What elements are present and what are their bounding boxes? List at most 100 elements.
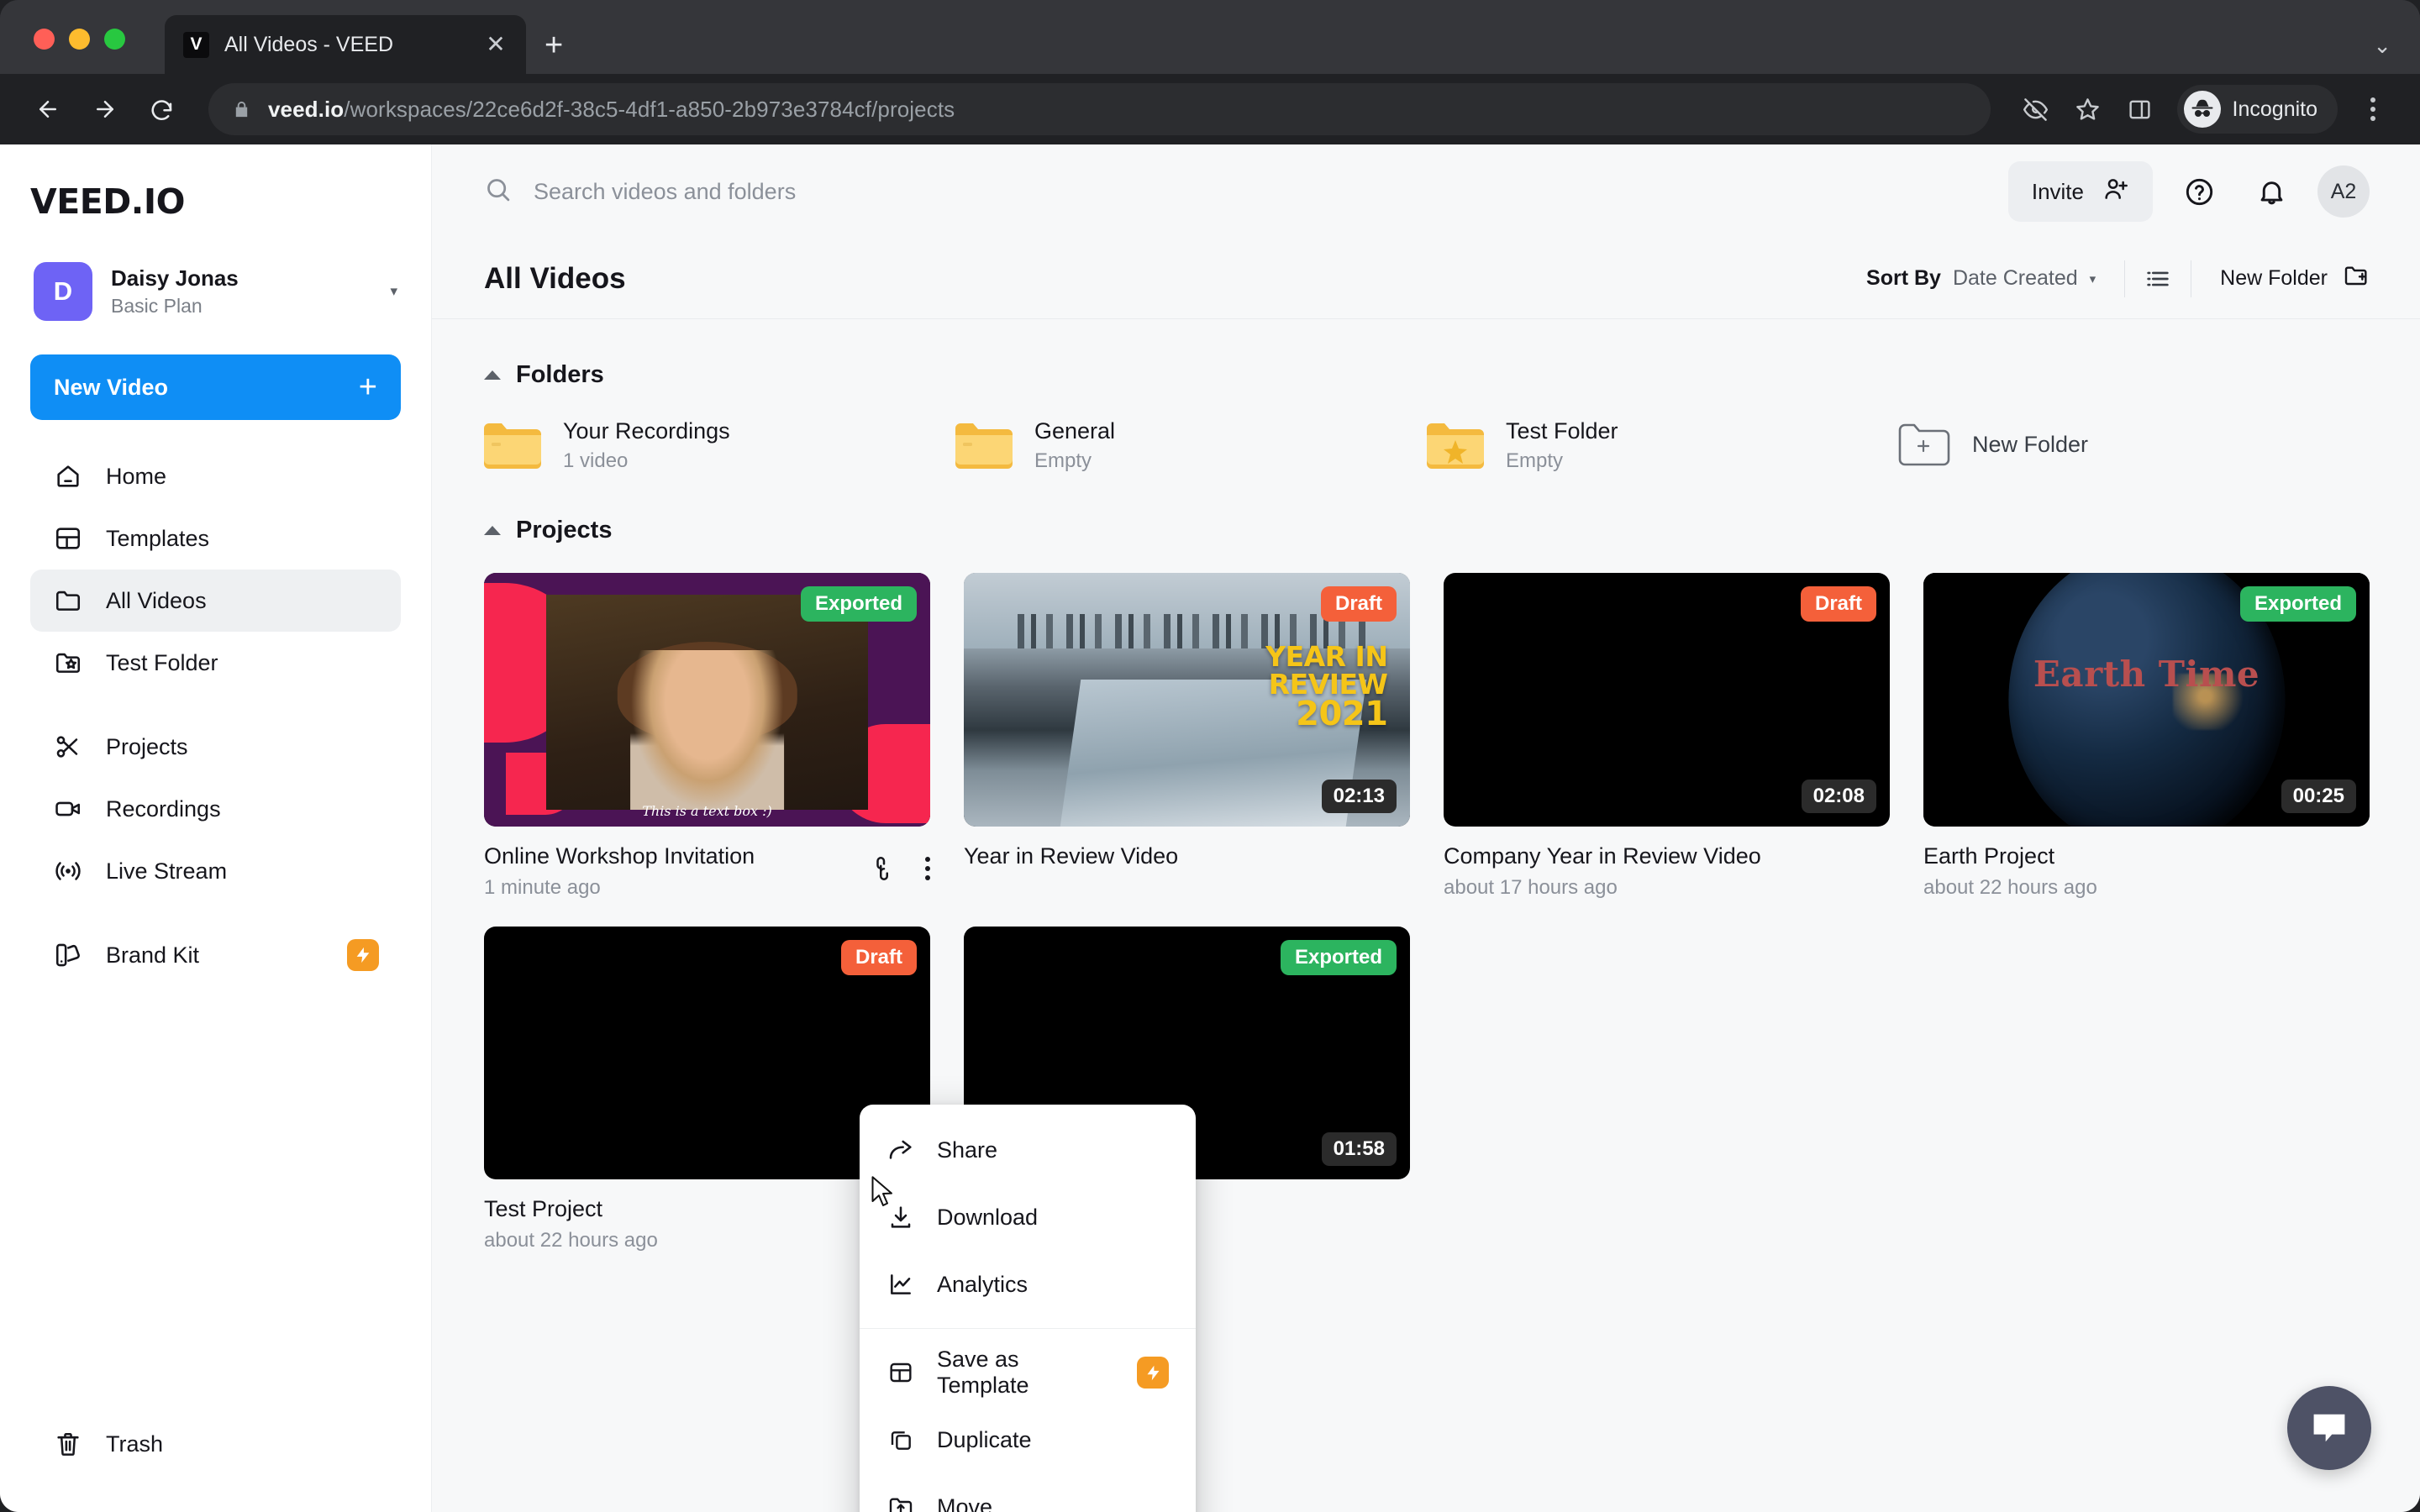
project-card[interactable]: Draft 02:08 Company Year in Review Video… <box>1444 572 1890 900</box>
project-more-menu-icon[interactable] <box>925 856 930 880</box>
close-window-button[interactable] <box>34 29 55 50</box>
sidebar-item-trash[interactable]: Trash <box>30 1413 401 1475</box>
status-badge: Exported <box>800 585 917 622</box>
new-folder-tile[interactable]: New Folder <box>1898 417 2370 473</box>
folder-item[interactable]: General Empty <box>955 417 1427 473</box>
folder-sub: Empty <box>1506 449 1564 472</box>
new-video-button[interactable]: New Video + <box>30 354 401 420</box>
plus-icon: + <box>358 369 377 405</box>
new-folder-button[interactable]: New Folder <box>2191 262 2370 295</box>
project-thumbnail[interactable]: Earth Time Exported 00:25 <box>1923 572 2370 827</box>
search-bar[interactable] <box>484 176 1988 207</box>
minimize-window-button[interactable] <box>69 29 90 50</box>
sidebar-item-live-stream[interactable]: Live Stream <box>30 840 401 902</box>
projects-section-title: Projects <box>516 516 613 543</box>
list-view-icon[interactable] <box>2125 265 2191 293</box>
browser-tab[interactable]: V All Videos - VEED ✕ <box>165 15 526 74</box>
veed-logo[interactable]: VEED.IO <box>30 181 401 222</box>
sidebar: VEED.IO D Daisy Jonas Basic Plan ▾ New V… <box>0 144 432 1512</box>
folder-icon <box>52 585 84 617</box>
back-arrow-icon[interactable] <box>24 85 72 134</box>
sidebar-item-projects[interactable]: Projects <box>30 716 401 778</box>
browser-menu-icon[interactable] <box>2349 86 2396 133</box>
eye-slash-icon[interactable] <box>2012 86 2060 133</box>
bookmark-star-icon[interactable] <box>2065 86 2112 133</box>
sort-by-label: Sort By <box>1866 266 1941 290</box>
folder-text: Test Folder Empty <box>1506 417 1618 473</box>
collapse-triangle-icon <box>484 525 501 535</box>
camera-icon <box>52 793 84 825</box>
sidebar-nav: Home Templates All Videos Test Folder Pr… <box>30 445 401 986</box>
new-folder-tile-label: New Folder <box>1972 432 2089 458</box>
chat-support-button[interactable] <box>2287 1386 2371 1470</box>
project-title: Company Year in Review Video <box>1444 843 1761 869</box>
project-card[interactable]: This is a text box :) Exported Online Wo… <box>484 572 930 900</box>
chevron-down-icon: ▾ <box>2089 271 2096 286</box>
invite-button[interactable]: Invite <box>2007 161 2153 222</box>
side-panel-icon[interactable] <box>2117 86 2164 133</box>
context-menu-item-save-as-template[interactable]: Save as Template <box>860 1339 1196 1406</box>
context-menu-item-duplicate[interactable]: Duplicate <box>860 1406 1196 1473</box>
help-icon[interactable] <box>2173 165 2225 218</box>
user-avatar[interactable]: A2 <box>2317 165 2370 218</box>
project-meta: Company Year in Review Video about 17 ho… <box>1444 843 1890 900</box>
templates-icon <box>52 522 84 554</box>
maximize-window-button[interactable] <box>104 29 125 50</box>
duration-label: 01:58 <box>1321 1132 1397 1167</box>
page-content: VEED.IO D Daisy Jonas Basic Plan ▾ New V… <box>0 144 2420 1512</box>
sidebar-item-test-folder[interactable]: Test Folder <box>30 632 401 694</box>
folder-item[interactable]: Test Folder Empty <box>1427 417 1898 473</box>
new-tab-button[interactable]: + <box>544 28 563 64</box>
project-title: Online Workshop Invitation <box>484 843 755 869</box>
workspace-switcher[interactable]: D Daisy Jonas Basic Plan ▾ <box>30 259 401 324</box>
share-icon <box>886 1136 915 1164</box>
broadcast-icon <box>52 855 84 887</box>
projects-section-header[interactable]: Projects <box>484 517 2370 544</box>
sort-by-control[interactable]: Sort By Date Created ▾ <box>1866 266 2096 291</box>
context-menu-item-label: Duplicate <box>937 1426 1032 1452</box>
project-title: Earth Project <box>1923 843 2055 869</box>
main-area: Invite A2 All Videos Sort By Date Create… <box>432 144 2420 1512</box>
browser-window: V All Videos - VEED ✕ + ⌄ veed.io/worksp… <box>0 0 2420 1512</box>
toolbar-icons: Incognito <box>2012 85 2396 134</box>
chevron-down-icon[interactable]: ▾ <box>390 283 397 300</box>
notifications-bell-icon[interactable] <box>2245 165 2297 218</box>
sidebar-item-brand-kit[interactable]: Brand Kit <box>30 924 401 986</box>
tab-list-chevron-down-icon[interactable]: ⌄ <box>2373 33 2391 59</box>
context-menu-item-move[interactable]: Move <box>860 1473 1196 1512</box>
folder-name: Test Folder <box>1506 418 1618 444</box>
sidebar-item-templates[interactable]: Templates <box>30 507 401 570</box>
sidebar-item-all-videos[interactable]: All Videos <box>30 570 401 632</box>
context-menu-item-analytics[interactable]: Analytics <box>860 1251 1196 1318</box>
sidebar-item-recordings[interactable]: Recordings <box>30 778 401 840</box>
folder-icon <box>955 422 1013 469</box>
context-menu-item-download[interactable]: Download <box>860 1184 1196 1251</box>
search-input[interactable] <box>534 178 1988 205</box>
copy-link-icon[interactable] <box>871 856 897 881</box>
context-menu-item-share[interactable]: Share <box>860 1116 1196 1184</box>
folder-item[interactable]: Your Recordings 1 video <box>484 417 955 473</box>
project-meta: Year in Review Video <box>964 843 1410 869</box>
new-folder-label: New Folder <box>2220 266 2328 290</box>
project-thumbnail[interactable]: This is a text box :) Exported <box>484 572 930 827</box>
project-card[interactable]: YEAR IN REVIEW 2021 Draft 02:13 Year in … <box>964 572 1410 900</box>
forward-arrow-icon[interactable] <box>81 85 129 134</box>
incognito-indicator[interactable]: Incognito <box>2176 85 2338 134</box>
search-icon <box>484 176 512 207</box>
status-badge: Draft <box>1800 585 1876 622</box>
reload-icon[interactable] <box>138 85 187 134</box>
headline-line-3: 2021 <box>1296 694 1388 733</box>
close-tab-button[interactable]: ✕ <box>479 33 513 56</box>
sidebar-item-label: Recordings <box>106 795 221 822</box>
folder-sub: Empty <box>1034 449 1092 472</box>
project-thumbnail[interactable]: YEAR IN REVIEW 2021 Draft 02:13 <box>964 572 1410 827</box>
template-icon <box>886 1358 915 1387</box>
sidebar-item-home[interactable]: Home <box>30 445 401 507</box>
folder-plus-icon <box>1898 423 1950 468</box>
address-bar[interactable]: veed.io/workspaces/22ce6d2f-38c5-4df1-a8… <box>208 83 1991 135</box>
scissors-icon <box>52 731 84 763</box>
project-thumbnail[interactable]: Draft 02:08 <box>1444 572 1890 827</box>
project-card[interactable]: Earth Time Exported 00:25 Earth Project … <box>1923 572 2370 900</box>
folders-section-header[interactable]: Folders <box>484 361 2370 389</box>
project-title: Year in Review Video <box>964 843 1179 869</box>
